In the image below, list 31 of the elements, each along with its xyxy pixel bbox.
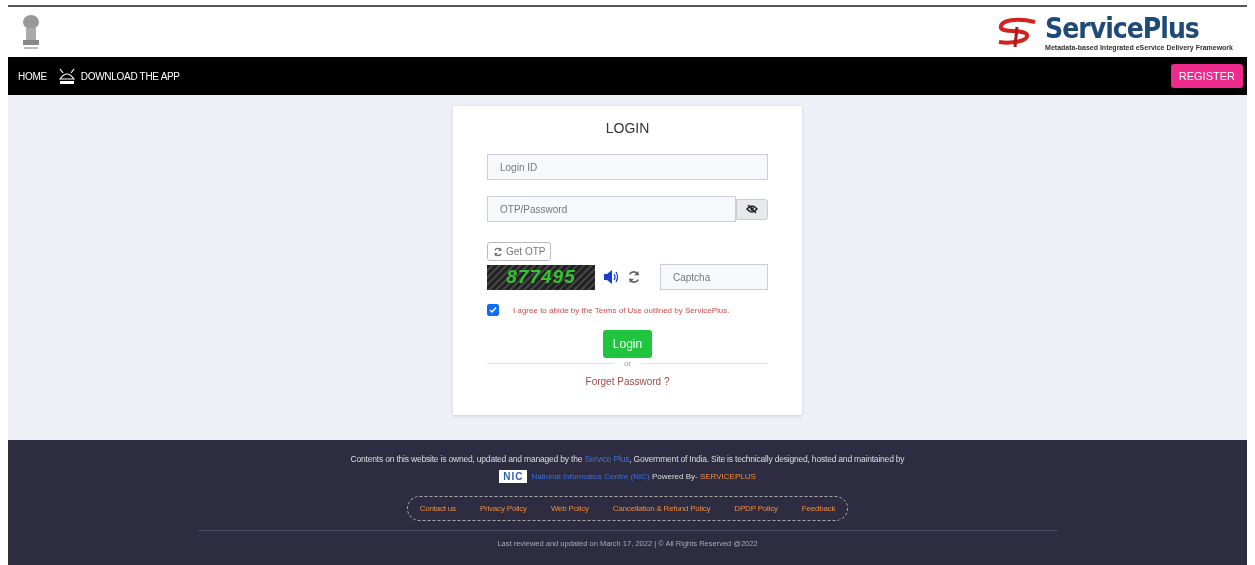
nav-link[interactable]: DOWNLOAD THE APP xyxy=(56,67,180,85)
terms-text: I agree to abide by the Terms of Use outlined by ServicePlus. xyxy=(513,305,730,315)
footer-link[interactable]: Cancellation & Refund Policy xyxy=(612,504,711,513)
text-link[interactable]: National Informatics Centre (NIC) xyxy=(531,472,650,481)
login-id-field[interactable]: Login ID xyxy=(487,154,768,180)
logo-title: ServicePlus xyxy=(1045,13,1199,44)
footer-link[interactable]: Feedback xyxy=(801,504,836,513)
eye-slash-icon xyxy=(746,204,758,214)
register-button[interactable]: REGISTER xyxy=(1170,64,1243,88)
login-title: LOGIN xyxy=(605,120,650,136)
nic-logo: NIC xyxy=(499,470,528,483)
separator-text: or xyxy=(623,359,632,368)
android-icon xyxy=(56,67,77,85)
refresh-icon xyxy=(493,246,503,257)
footer-link[interactable]: DPDP Policy xyxy=(734,504,778,513)
refresh-captcha-icon[interactable] xyxy=(627,270,641,284)
text-link[interactable]: SERVICEPLUS xyxy=(699,472,756,481)
get-otp-button[interactable]: Get OTP xyxy=(487,242,552,261)
footer-credit: National Informatics Centre (NIC) Powered By- SERVICEPLUS xyxy=(531,472,756,481)
nav-link[interactable]: HOME xyxy=(18,70,47,82)
captcha-field[interactable]: Captcha xyxy=(660,264,768,290)
footer-link[interactable]: Contact us xyxy=(419,504,456,513)
forgot-password-link[interactable]: Forget Password ? xyxy=(585,376,670,387)
footer-link[interactable]: Web Policy xyxy=(550,504,589,513)
show-password-button[interactable] xyxy=(736,198,768,220)
speaker-icon[interactable] xyxy=(603,270,619,284)
footer-link[interactable]: Privacy Policy xyxy=(479,504,527,513)
terms-checkbox[interactable] xyxy=(487,304,499,316)
password-field[interactable]: OTP/Password xyxy=(487,196,736,222)
captcha-image: 877495 xyxy=(487,264,595,290)
footer-notice: Contents on this website is owned, updated and managed by the Service Plus, Government of India. Site is technically designed, hosted and maintained by xyxy=(350,454,905,464)
